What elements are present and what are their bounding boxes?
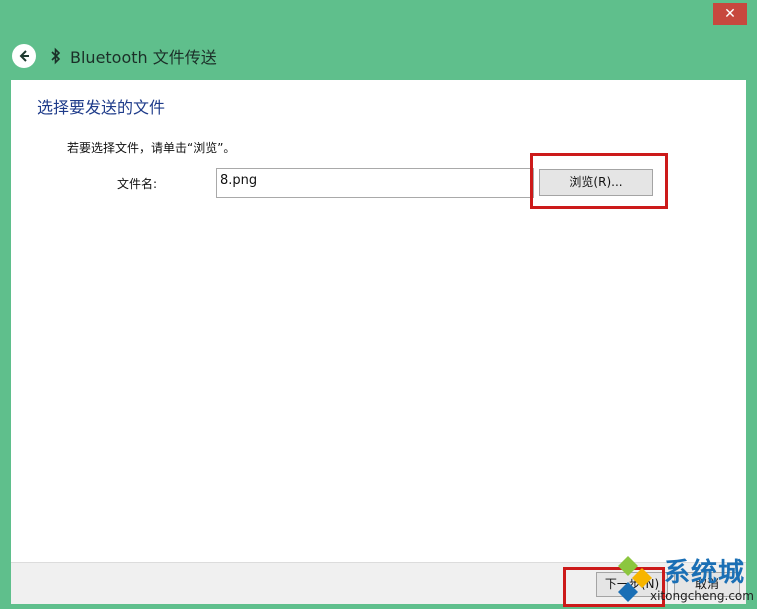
main-content: 选择要发送的文件 若要选择文件，请单击“浏览”。 文件名: 8.png 浏览(R… — [11, 80, 746, 562]
close-button[interactable]: ✕ — [713, 3, 747, 25]
window-title: Bluetooth 文件传送 — [70, 48, 217, 67]
back-button[interactable] — [12, 44, 36, 68]
browse-button[interactable]: 浏览(R)... — [539, 169, 653, 196]
back-arrow-icon — [19, 50, 29, 62]
watermark: 系统城 xitongcheng.com — [616, 554, 756, 609]
file-name-label: 文件名: — [117, 177, 158, 191]
watermark-name: 系统城 — [664, 558, 746, 588]
title-bar: Bluetooth 文件传送 — [12, 43, 217, 69]
file-name-input[interactable]: 8.png — [216, 168, 534, 198]
dialog-window: ✕ Bluetooth 文件传送 选择要发送的文件 若要选择文件，请单击“浏览”… — [0, 0, 757, 609]
instruction-text: 若要选择文件，请单击“浏览”。 — [67, 141, 236, 155]
bluetooth-icon — [50, 47, 62, 65]
page-heading: 选择要发送的文件 — [37, 98, 166, 117]
close-icon: ✕ — [724, 6, 736, 22]
watermark-url: xitongcheng.com — [650, 589, 754, 603]
